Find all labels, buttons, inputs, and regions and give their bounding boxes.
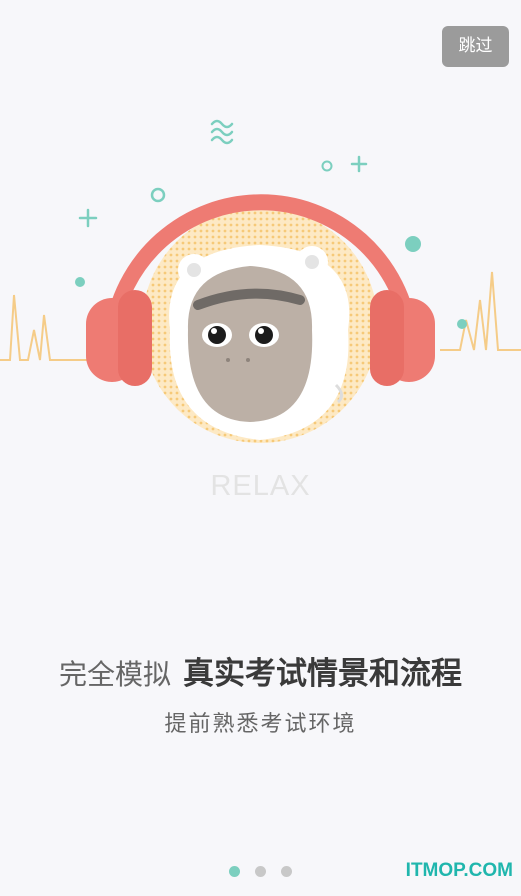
watermark: ITMOP.COM (405, 860, 513, 881)
page-dot-3[interactable] (281, 866, 292, 877)
onboarding-headline: 完全模拟 真实考试情景和流程 (0, 648, 521, 693)
headphone-left-cup (86, 290, 152, 386)
page-dot-2[interactable] (255, 866, 266, 877)
page-indicator (229, 866, 292, 877)
sound-wave-right (440, 271, 521, 351)
illustration-caption: RELAX (210, 470, 311, 502)
headphone-right-cup (370, 290, 435, 386)
sound-wave-left (0, 294, 90, 361)
headphone-animal-illustration (0, 119, 521, 443)
skip-button[interactable]: 跳过 (442, 26, 509, 67)
onboarding-subline: 提前熟悉考试环境 (164, 712, 357, 737)
headline-light: 完全模拟 (58, 658, 171, 691)
page-dot-1[interactable] (229, 866, 240, 877)
headline-bold: 真实考试情景和流程 (183, 656, 462, 692)
